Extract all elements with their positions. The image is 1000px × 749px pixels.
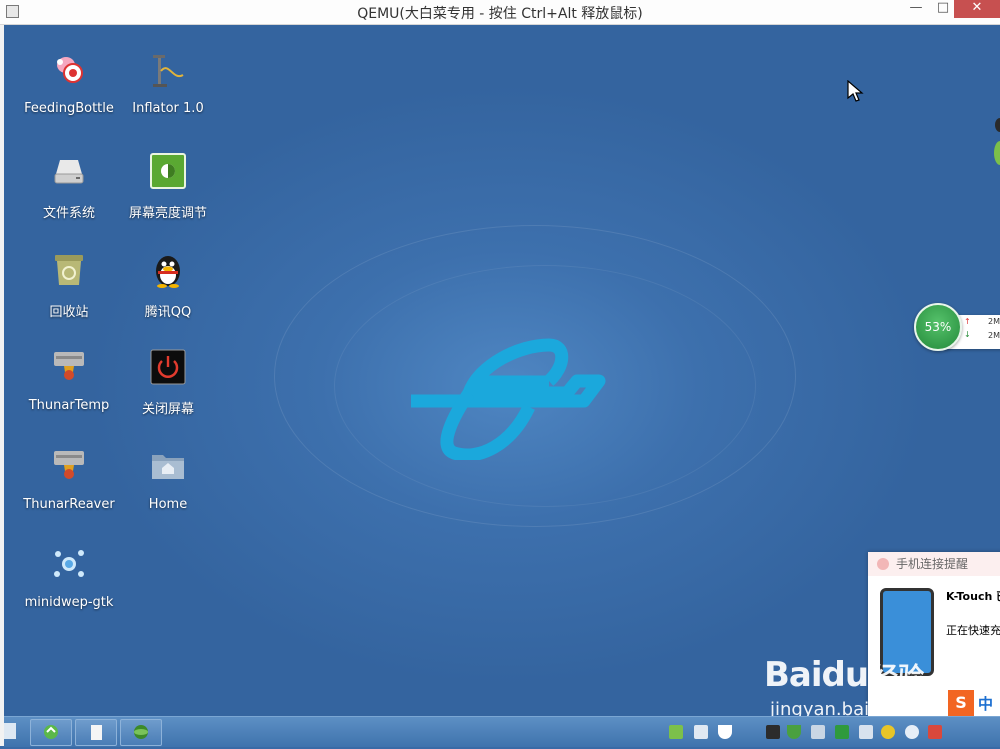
minimize-button[interactable]: —	[903, 0, 929, 18]
mouse-cursor-icon	[847, 79, 865, 108]
desktop-icon-label: ThunarTemp	[28, 398, 110, 413]
splash-icon	[50, 545, 88, 583]
inflator-icon	[149, 51, 187, 89]
network-icon[interactable]	[811, 725, 825, 739]
taskbar	[4, 716, 1000, 747]
wallpaper-e-logo	[399, 335, 609, 464]
home-folder-icon	[149, 447, 187, 485]
desktop-icon-label: ThunarReaver	[23, 497, 115, 512]
desktop-icon-screen-off[interactable]: 关闭屏幕	[118, 348, 218, 417]
desktop-icon-thunarreaver[interactable]: ThunarReaver	[19, 447, 119, 512]
watermark-brand: Baidu	[764, 655, 869, 695]
shield-icon[interactable]	[718, 725, 732, 739]
device-name: K-Touch 已	[946, 590, 1000, 603]
maximize-button[interactable]: □	[930, 0, 956, 18]
recycle-bin-icon	[50, 251, 88, 289]
desktop-icon-label: FeedingBottle	[24, 101, 114, 116]
ime-mode: 中	[978, 695, 994, 713]
desktop-icon-label: Home	[148, 497, 188, 512]
window-title-bar[interactable]: QEMU(大白菜专用 - 按住 Ctrl+Alt 释放鼠标) — □ ✕	[0, 0, 1000, 25]
popup-header: 手机连接提醒	[868, 552, 1000, 576]
desktop-icon-inflator[interactable]: Inflator 1.0	[118, 51, 218, 116]
network-speed-widget[interactable]: 53% ↑ ↓ 2M 2M	[912, 303, 1000, 351]
desktop-icon-label: 关闭屏幕	[141, 402, 194, 417]
desktop-icon-label: 回收站	[49, 305, 89, 320]
desktop[interactable]: FeedingBottle 文件系统 回收站 ThunarTemp Thunar…	[4, 25, 1000, 716]
baidu-jingyan-watermark: Baidu 经验 jingyan.baidu.com	[764, 655, 936, 716]
desktop-icon-feedingbottle[interactable]: FeedingBottle	[19, 51, 119, 116]
desktop-icon-filesystem[interactable]: 文件系统	[19, 152, 119, 221]
desktop-icon-qq[interactable]: 腾讯QQ	[118, 251, 218, 320]
sogou-ime-icon: S	[948, 690, 974, 716]
power-icon	[149, 348, 187, 386]
show-desktop-icon[interactable]	[4, 723, 16, 739]
wifi-icon[interactable]	[835, 725, 849, 739]
download-speed: 2M	[988, 331, 1000, 340]
file-manager-icon	[50, 447, 88, 485]
network-disconnected-icon[interactable]	[928, 725, 942, 739]
charging-status: 正在快速充	[946, 624, 1000, 637]
security-shield-icon[interactable]	[787, 725, 801, 739]
window-title: QEMU(大白菜专用 - 按住 Ctrl+Alt 释放鼠标)	[357, 6, 643, 22]
desktop-icon-label: 屏幕亮度调节	[128, 206, 207, 221]
input-method-indicator[interactable]: S 中	[948, 690, 1000, 716]
watermark-url: jingyan.baidu.com	[770, 699, 937, 716]
file-manager-icon	[50, 348, 88, 386]
desktop-icon-recycle-bin[interactable]: 回收站	[19, 251, 119, 320]
desktop-icon-minidwep-gtk[interactable]: minidwep-gtk	[19, 545, 119, 610]
desktop-icon-thunartemp[interactable]: ThunarTemp	[19, 348, 119, 413]
download-arrow-icon: ↓	[964, 330, 971, 339]
feeding-bottle-icon	[50, 51, 88, 89]
watermark-suffix: 经验	[872, 663, 925, 693]
desktop-icon-label: Inflator 1.0	[132, 101, 204, 116]
desktop-icon-home[interactable]: Home	[118, 447, 218, 512]
desktop-icon-brightness[interactable]: 屏幕亮度调节	[118, 152, 218, 221]
taskbar-globe-button[interactable]	[120, 719, 162, 746]
display-icon[interactable]	[859, 725, 873, 739]
drive-icon	[50, 152, 88, 190]
mascot-icon	[992, 105, 1000, 175]
taskbar-document-button[interactable]	[75, 719, 117, 746]
popup-title: 手机连接提醒	[896, 557, 969, 571]
network-usage-percent: 53%	[914, 303, 962, 351]
add-icon[interactable]	[881, 725, 895, 739]
usb-icon[interactable]	[694, 725, 708, 739]
qq-penguin-icon	[149, 251, 187, 289]
upload-speed: 2M	[988, 317, 1000, 326]
brightness-icon	[149, 152, 187, 190]
desktop-icon-label: 文件系统	[42, 206, 95, 221]
upload-arrow-icon: ↑	[964, 317, 971, 326]
bluetooth-icon[interactable]	[905, 725, 919, 739]
desktop-icon-label: minidwep-gtk	[24, 595, 114, 610]
phone-assistant-icon	[877, 558, 889, 570]
close-button[interactable]: ✕	[954, 0, 1000, 18]
battery-icon[interactable]	[669, 725, 683, 739]
device-tray-icon[interactable]	[766, 725, 780, 739]
taskbar-app-button[interactable]	[30, 719, 72, 746]
desktop-icon-label: 腾讯QQ	[144, 305, 192, 320]
